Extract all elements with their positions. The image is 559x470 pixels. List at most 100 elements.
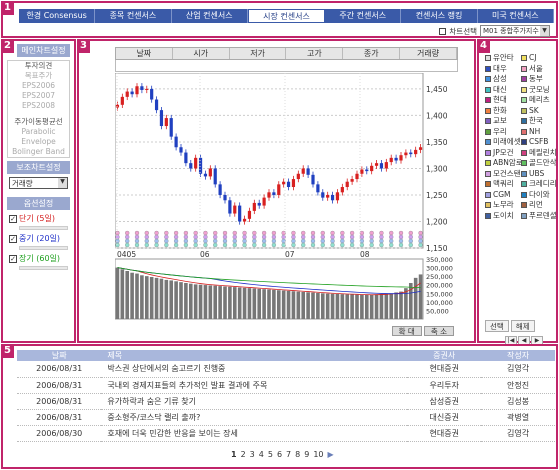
broker-color-swatch bbox=[485, 160, 491, 167]
broker-item[interactable]: 우리 bbox=[485, 127, 521, 138]
broker-marker bbox=[125, 242, 130, 248]
broker-item[interactable]: 골드만삭스 bbox=[521, 158, 557, 169]
broker-item[interactable]: 삼성 bbox=[485, 74, 521, 85]
broker-marker bbox=[398, 230, 404, 236]
broker-item[interactable]: 노무라 bbox=[485, 200, 521, 211]
broker-item[interactable]: 유안타 bbox=[485, 53, 521, 64]
tab-5[interactable]: 컨센서스 랭킹 bbox=[401, 9, 478, 23]
report-row[interactable]: 2006/08/31 박스권 상단에서의 숨고르기 진행중 현대증권 김영각 bbox=[17, 361, 555, 378]
broker-item[interactable]: 동부 bbox=[521, 74, 557, 85]
broker-item[interactable]: 한화 bbox=[485, 106, 521, 117]
overlay-item[interactable]: Bolinger Band bbox=[8, 147, 69, 157]
broker-item[interactable]: ABN암로 bbox=[485, 158, 521, 169]
price-chart[interactable]: 1,450 1,400 1,350 1,300 1,250 1,200 1,150 0405 0… bbox=[115, 73, 458, 341]
broker-item[interactable]: CJ bbox=[521, 53, 557, 64]
tab-6[interactable]: 미국 컨센서스 bbox=[478, 9, 554, 23]
broker-item[interactable]: 미래에셋 bbox=[485, 137, 521, 148]
broker-item[interactable]: 메릴린치 bbox=[521, 148, 557, 159]
tab-2[interactable]: 산업 컨센서스 bbox=[172, 9, 248, 23]
volume-bar bbox=[394, 292, 398, 319]
tab-3[interactable]: 시장 컨센서스 bbox=[247, 9, 326, 23]
page-link[interactable]: 6 bbox=[277, 450, 282, 459]
broker-marker bbox=[398, 242, 404, 248]
broker-item[interactable]: 크레디리요네 bbox=[521, 179, 557, 190]
next-page-icon[interactable]: ▶ bbox=[328, 450, 334, 459]
main-chart-item[interactable]: EPS2007 bbox=[8, 91, 69, 101]
checkbox[interactable]: ✓ bbox=[9, 214, 17, 223]
ma-option[interactable]: ✓ 중기 (20일) bbox=[9, 233, 68, 244]
broker-item[interactable]: 다이와 bbox=[521, 190, 557, 201]
select-all-button[interactable]: 선택 bbox=[485, 320, 509, 332]
chart-select-dropdown[interactable]: M01 종합주가지수 ▼ bbox=[480, 25, 550, 37]
broker-item[interactable]: 푸르덴셜 bbox=[521, 211, 557, 222]
page-link[interactable]: 4 bbox=[259, 450, 264, 459]
broker-item[interactable]: 대우 bbox=[485, 64, 521, 75]
zoom-out-button[interactable]: 축 소 bbox=[423, 326, 454, 336]
checkbox[interactable]: ✓ bbox=[9, 254, 17, 263]
broker-item[interactable]: NH bbox=[521, 127, 557, 138]
broker-marker bbox=[173, 230, 179, 236]
tab-0[interactable]: 한경 Consensus bbox=[19, 9, 96, 23]
broker-marker bbox=[164, 238, 169, 244]
broker-item[interactable]: CSFB bbox=[521, 137, 557, 148]
candle-body bbox=[414, 149, 418, 155]
volume-bar bbox=[115, 267, 120, 319]
page-link[interactable]: 9 bbox=[304, 450, 309, 459]
page-link[interactable]: 7 bbox=[286, 450, 291, 459]
checkbox[interactable]: ✓ bbox=[9, 234, 17, 243]
report-row[interactable]: 2006/08/30 호재에 더욱 민감한 반응을 보이는 장세 현대증권 김영각 bbox=[17, 425, 555, 442]
broker-item[interactable]: 메리츠 bbox=[521, 95, 557, 106]
page-link[interactable]: 8 bbox=[295, 450, 300, 459]
broker-item[interactable]: 리먼 bbox=[521, 200, 557, 211]
report-title-link[interactable]: 유가하락과 숨은 기류 찾기 bbox=[101, 393, 408, 410]
report-title-link[interactable]: 중소형주/코스닥 랠리 출까? bbox=[101, 409, 408, 426]
broker-marker bbox=[369, 238, 374, 244]
main-chart-item[interactable]: EPS2006 bbox=[8, 81, 69, 91]
broker-item[interactable]: 한국 bbox=[521, 116, 557, 127]
broker-item[interactable]: 서울 bbox=[521, 64, 557, 75]
overlay-item[interactable]: 주가이동평균선 bbox=[8, 117, 69, 127]
broker-marker bbox=[408, 230, 413, 236]
broker-marker bbox=[144, 242, 149, 248]
candle-body bbox=[370, 165, 374, 172]
broker-item[interactable]: CGM bbox=[485, 190, 521, 201]
broker-item[interactable]: UBS bbox=[521, 169, 557, 180]
broker-item[interactable]: 도이치 bbox=[485, 211, 521, 222]
broker-color-swatch bbox=[485, 118, 491, 125]
ma-option[interactable]: ✓ 단기 (5일) bbox=[9, 213, 68, 224]
ma-option[interactable]: ✓ 장기 (60일) bbox=[9, 253, 68, 264]
report-row[interactable]: 2006/08/31 국내외 경제지표들의 추가적인 발표 결과에 주목 우리투자 안… bbox=[17, 377, 555, 394]
report-pager: 1 2 3 4 5 6 7 8 9 10 ▶ bbox=[231, 450, 334, 459]
page-link[interactable]: 3 bbox=[250, 450, 255, 459]
broker-item[interactable]: 현대 bbox=[485, 95, 521, 106]
broker-item[interactable]: 맥쿼리 bbox=[485, 179, 521, 190]
report-title-link[interactable]: 호재에 더욱 민감한 반응을 보이는 장세 bbox=[101, 425, 408, 442]
broker-marker bbox=[340, 238, 345, 244]
page-link[interactable]: 5 bbox=[268, 450, 273, 459]
main-chart-item[interactable]: 목표주가 bbox=[8, 71, 69, 81]
zoom-in-button[interactable]: 확 대 bbox=[391, 326, 422, 336]
broker-marker bbox=[222, 234, 228, 240]
report-title-link[interactable]: 박스권 상단에서의 숨고르기 진행중 bbox=[101, 361, 408, 378]
page-link[interactable]: 10 bbox=[313, 450, 323, 459]
clear-button[interactable]: 해제 bbox=[510, 320, 535, 332]
main-chart-item[interactable]: 투자의견 bbox=[8, 61, 69, 71]
main-chart-item[interactable]: EPS2008 bbox=[8, 101, 69, 111]
broker-item[interactable]: SK bbox=[521, 106, 557, 117]
report-row[interactable]: 2006/08/31 중소형주/코스닥 랠리 출까? 대신증권 곽병열 bbox=[17, 409, 555, 426]
page-link[interactable]: 1 bbox=[231, 450, 237, 459]
broker-item[interactable]: 굿모닝 bbox=[521, 85, 557, 96]
tab-4[interactable]: 주간 컨센서스 bbox=[325, 9, 402, 23]
report-title-link[interactable]: 국내외 경제지표들의 추가적인 발표 결과에 주목 bbox=[101, 377, 408, 394]
tab-1[interactable]: 종목 컨센서스 bbox=[95, 9, 172, 23]
broker-item[interactable]: JP모건 bbox=[485, 148, 521, 159]
x-tick-label: 07 bbox=[285, 250, 295, 259]
overlay-item[interactable]: Parabolic bbox=[8, 127, 69, 137]
overlay-item[interactable]: Envelope bbox=[8, 137, 69, 147]
page-link[interactable]: 2 bbox=[241, 450, 246, 459]
broker-item[interactable]: 대신 bbox=[485, 85, 521, 96]
report-row[interactable]: 2006/08/31 유가하락과 숨은 기류 찾기 삼성증권 김성봉 bbox=[17, 393, 555, 410]
broker-item[interactable]: 교보 bbox=[485, 116, 521, 127]
broker-item[interactable]: 모건스탠리 bbox=[485, 169, 521, 180]
sub-chart-select[interactable]: 거래량 ▼ bbox=[9, 177, 68, 189]
